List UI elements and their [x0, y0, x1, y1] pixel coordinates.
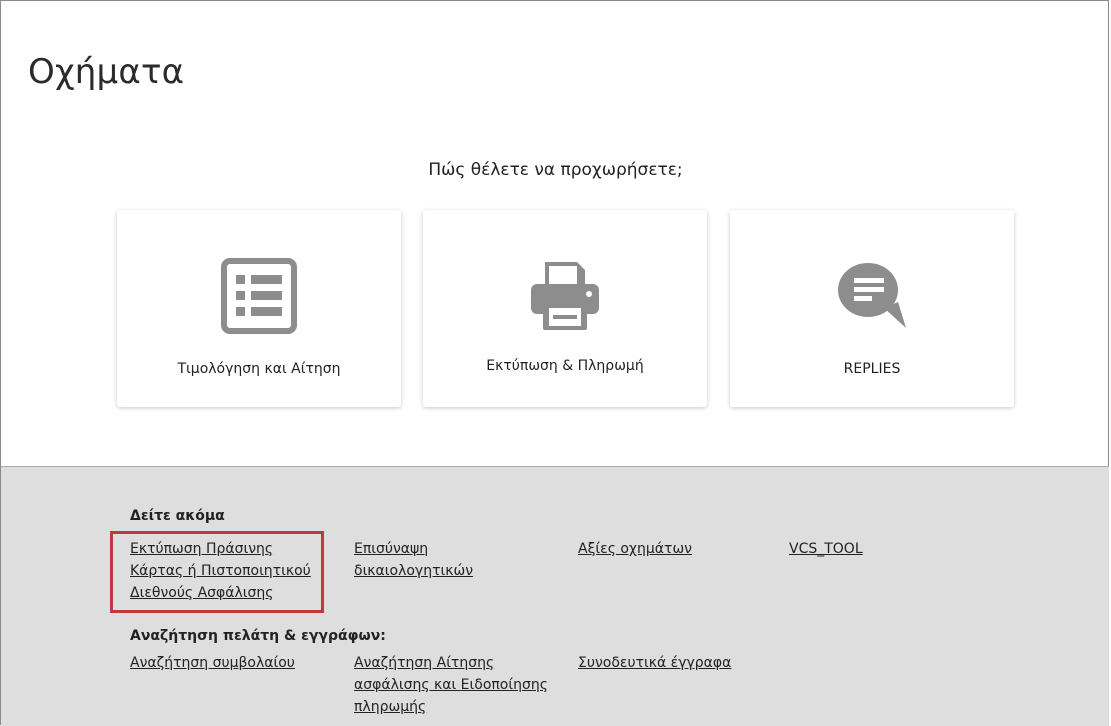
- chat-bubble-icon: [730, 256, 1014, 336]
- card-label: Εκτύπωση & Πληρωμή: [486, 358, 644, 374]
- card-label: Τιμολόγηση και Αίτηση: [177, 361, 341, 377]
- list-document-icon: [117, 256, 401, 336]
- card-pricing-application[interactable]: Τιμολόγηση και Αίτηση: [117, 210, 401, 407]
- link-vehicle-values[interactable]: Αξίες οχημάτων: [578, 538, 692, 560]
- link-vcs-tool[interactable]: VCS_TOOL: [789, 538, 863, 560]
- page-title: Οχήματα: [28, 52, 185, 92]
- link-attach-documents[interactable]: Επισύναψη δικαιολογητικών: [354, 538, 514, 582]
- card-replies[interactable]: REPLIES: [730, 210, 1014, 407]
- search-heading: Αναζήτηση πελάτη & εγγράφων:: [130, 628, 386, 644]
- link-search-policy[interactable]: Αναζήτηση συμβολαίου: [130, 652, 295, 674]
- card-print-payment[interactable]: Εκτύπωση & Πληρωμή: [423, 210, 707, 407]
- highlight-box: [110, 531, 324, 613]
- card-label: REPLIES: [843, 361, 901, 377]
- proceed-prompt: Πώς θέλετε να προχωρήσετε;: [428, 160, 683, 180]
- printer-icon: [423, 256, 707, 336]
- link-search-application[interactable]: Αναζήτηση Αίτησης ασφάλισης και Ειδοποίη…: [354, 652, 564, 718]
- see-also-heading: Δείτε ακόμα: [130, 508, 225, 524]
- link-accompanying-documents[interactable]: Συνοδευτικά έγγραφα: [578, 652, 731, 674]
